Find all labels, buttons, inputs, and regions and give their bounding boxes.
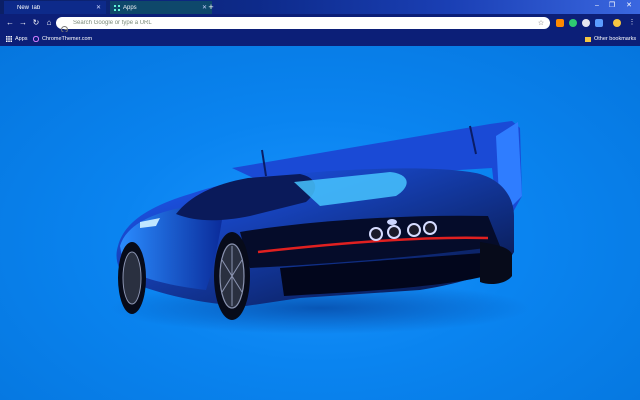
extension-orange-icon[interactable] [556, 19, 564, 27]
tab-strip: New Tab ✕ Apps ✕ + – ❐ ✕ [0, 0, 640, 14]
bookmark-apps[interactable]: Apps [6, 35, 28, 43]
more-vert-icon[interactable]: ⋮ [627, 18, 637, 28]
pocket-icon[interactable] [582, 19, 590, 27]
tab-close-icon[interactable]: ✕ [95, 4, 102, 11]
extension-blue-icon[interactable] [595, 19, 603, 27]
star-icon[interactable]: ☆ [537, 19, 545, 27]
bookmark-apps-label: Apps [15, 36, 28, 42]
folder-icon [585, 36, 591, 42]
maximize-icon[interactable]: ❐ [605, 1, 619, 11]
reload-icon[interactable]: ↻ [31, 18, 41, 28]
bookmark-chromethemer[interactable]: ChromeThemer.com [32, 35, 93, 43]
apps-grid-icon [6, 36, 12, 42]
tab-apps[interactable]: Apps ✕ [110, 1, 212, 14]
profile-avatar-icon[interactable] [613, 19, 621, 27]
back-arrow-icon[interactable]: ← [5, 18, 15, 28]
chromethemer-favicon-icon [32, 35, 40, 43]
tab-new-tab[interactable]: New Tab ✕ [4, 1, 106, 14]
new-tab-page-background [0, 46, 640, 400]
other-bookmarks[interactable]: Other bookmarks [585, 35, 636, 43]
google-g-icon [61, 20, 68, 33]
new-tab-button[interactable]: + [206, 2, 216, 12]
omnibox-input[interactable] [73, 20, 537, 26]
omnibox[interactable]: ☆ [56, 17, 550, 33]
bookmark-label: ChromeThemer.com [42, 36, 93, 42]
home-icon[interactable]: ⌂ [44, 18, 54, 28]
extension-green-icon[interactable] [569, 19, 577, 27]
forward-arrow-icon[interactable]: → [18, 18, 28, 28]
bugatti-car-image [110, 121, 530, 334]
close-window-icon[interactable]: ✕ [622, 1, 636, 11]
toolbar: ← → ↻ ⌂ ☆ ⋮ [0, 14, 640, 33]
other-bookmarks-label: Other bookmarks [594, 36, 637, 42]
bookmarks-bar: Apps ChromeThemer.com Other bookmarks [0, 32, 640, 46]
minimize-icon[interactable]: – [590, 1, 604, 11]
tab-title: New Tab [17, 4, 41, 11]
tab-title: Apps [123, 4, 137, 11]
apps-favicon-icon [114, 4, 120, 11]
new-tab-favicon-icon [8, 5, 14, 11]
